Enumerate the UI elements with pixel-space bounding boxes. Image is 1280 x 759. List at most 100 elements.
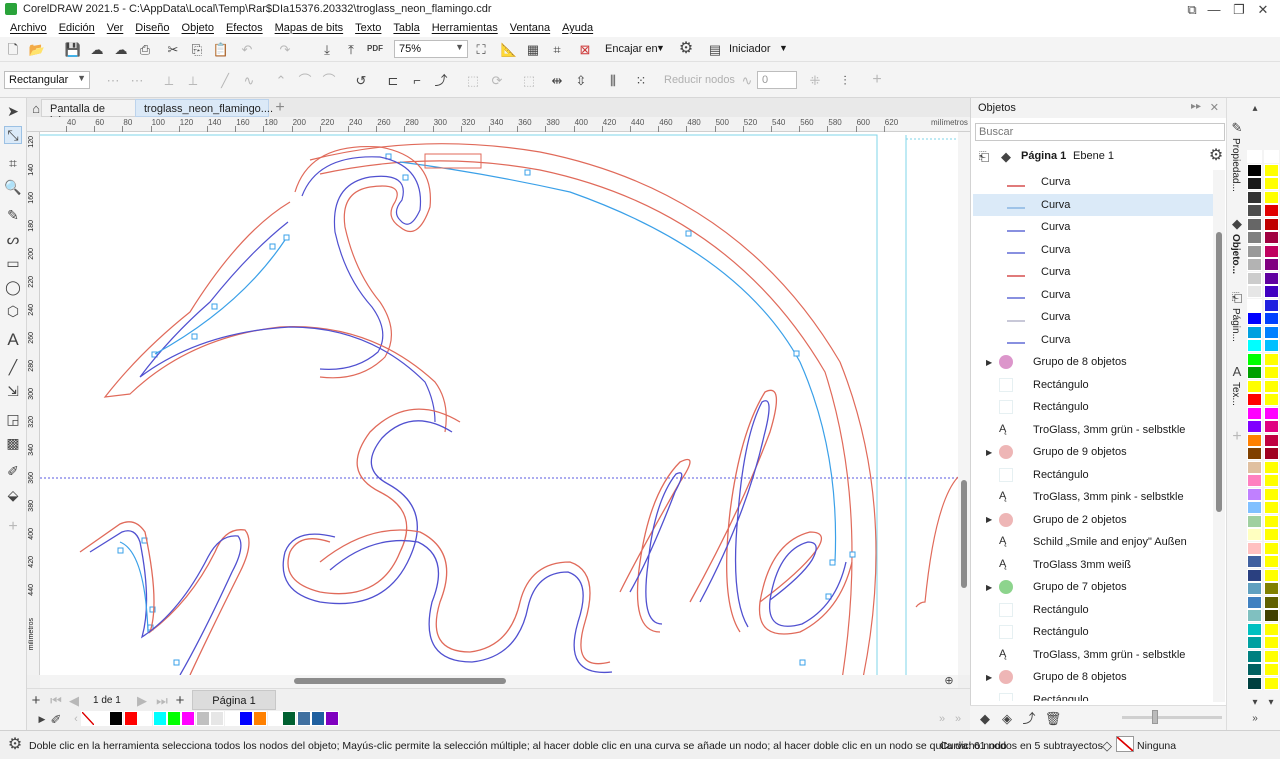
- palette-swatch[interactable]: [1264, 447, 1279, 460]
- pdf-icon[interactable]: PDF: [366, 40, 384, 58]
- menu-texto[interactable]: Texto: [349, 22, 387, 34]
- palette-swatch[interactable]: [1264, 582, 1279, 595]
- object-row[interactable]: Rectángulo: [973, 374, 1213, 396]
- extend-curve-icon[interactable]: ⊏: [384, 71, 402, 89]
- object-row[interactable]: Curva: [973, 306, 1213, 328]
- object-row[interactable]: Curva: [973, 216, 1213, 238]
- ellipse-tool-icon[interactable]: ◯: [4, 278, 22, 296]
- selection-mode-select[interactable]: Rectangular ▼: [4, 71, 90, 89]
- objects-search-input[interactable]: Buscar: [975, 123, 1225, 141]
- palette-swatch[interactable]: [1264, 676, 1279, 690]
- mirror-vertical-icon[interactable]: ⇳: [572, 71, 590, 89]
- palette-swatch[interactable]: [1264, 312, 1279, 325]
- zoom-tool-icon[interactable]: 🔍: [4, 178, 22, 196]
- connector-tool-icon[interactable]: ╱: [4, 358, 22, 376]
- document-swatch[interactable]: [109, 711, 124, 726]
- thumbnail-size-slider[interactable]: [1122, 710, 1222, 724]
- no-color-swatch[interactable]: [81, 711, 95, 726]
- palette-swatch[interactable]: [1264, 528, 1279, 541]
- palette-swatch[interactable]: [1264, 231, 1279, 244]
- curve-smoothness-input[interactable]: 0: [757, 71, 797, 89]
- guidelines-icon[interactable]: ⌗: [548, 40, 566, 58]
- object-row[interactable]: Ą TroGlass 3mm weiß: [973, 554, 1213, 576]
- snap-to-label[interactable]: Encajar en: [605, 43, 658, 55]
- eyedropper-icon[interactable]: ✐: [47, 710, 65, 728]
- objects-options-gear-icon[interactable]: ⚙: [1207, 147, 1225, 165]
- object-row[interactable]: Ą TroGlass, 3mm grün - selbstkle: [973, 419, 1213, 441]
- palette-swatch[interactable]: [1264, 622, 1279, 636]
- crop-tool-icon[interactable]: ⌗: [4, 154, 22, 172]
- pages-tab-icon[interactable]: ⎗: [1228, 288, 1246, 306]
- side-tab-text[interactable]: Tex...: [1230, 382, 1241, 406]
- object-row[interactable]: Curva: [973, 284, 1213, 306]
- object-row[interactable]: Curva: [973, 239, 1213, 261]
- palette-swatch[interactable]: [1247, 663, 1262, 676]
- add-page-before-icon[interactable]: +: [27, 691, 45, 709]
- interactive-fill-icon[interactable]: ⬙: [4, 486, 22, 504]
- paste-icon[interactable]: 📋: [212, 40, 230, 58]
- palette-swatch[interactable]: [1247, 271, 1262, 285]
- objects-page-header[interactable]: ⎗ ◆ Página 1 Ebene 1 ⚙: [971, 145, 1227, 167]
- palette-swatch[interactable]: [1247, 177, 1262, 190]
- palette-swatch[interactable]: [1247, 150, 1262, 163]
- palette-swatch[interactable]: [1264, 379, 1279, 393]
- palette-swatch[interactable]: [1264, 352, 1279, 366]
- cusp-node-icon[interactable]: ⌃: [272, 71, 290, 89]
- side-tab-objects[interactable]: Objeto...: [1230, 234, 1241, 274]
- palette-up-icon[interactable]: ▴: [1246, 100, 1264, 118]
- palette-swatch[interactable]: [1264, 568, 1279, 582]
- to-curve-icon[interactable]: ∿: [240, 71, 258, 89]
- palette-swatch[interactable]: [1247, 460, 1262, 474]
- palette-swatch[interactable]: [1264, 555, 1279, 568]
- align-nodes-icon[interactable]: ⬚: [520, 71, 538, 89]
- palette-swatch[interactable]: [1247, 244, 1262, 258]
- redo-icon[interactable]: ↷: [276, 40, 294, 58]
- canvas-vertical-scrollbar[interactable]: [958, 132, 970, 675]
- document-swatch[interactable]: [95, 711, 109, 726]
- eyedropper-tool-icon[interactable]: ✐: [4, 462, 22, 480]
- document-swatch[interactable]: [311, 711, 325, 726]
- open-folder-icon[interactable]: 📂: [28, 40, 46, 58]
- menu-ver[interactable]: Ver: [101, 22, 130, 34]
- thumbnail-size-handle[interactable]: [1152, 710, 1158, 724]
- menu-herramientas[interactable]: Herramientas: [426, 22, 504, 34]
- menu-mapas-de-bits[interactable]: Mapas de bits: [269, 22, 349, 34]
- palette-swatch[interactable]: [1247, 514, 1262, 528]
- object-row[interactable]: ▶ Grupo de 9 objetos: [973, 441, 1213, 463]
- undo-icon[interactable]: ↶: [238, 40, 256, 58]
- menu-efectos[interactable]: Efectos: [220, 22, 269, 34]
- drawing-canvas[interactable]: [40, 132, 958, 675]
- palette-swatch[interactable]: [1264, 649, 1279, 663]
- maximize-button[interactable]: ❐: [1228, 0, 1250, 18]
- new-document-icon[interactable]: 🗋: [4, 40, 22, 58]
- drop-shadow-tool-icon[interactable]: ◲: [4, 410, 22, 428]
- zoom-level-select[interactable]: 75% ▼: [394, 40, 468, 58]
- palette-swatch[interactable]: [1247, 312, 1262, 325]
- document-swatch[interactable]: [267, 711, 282, 726]
- import-icon[interactable]: ⤓: [318, 40, 336, 58]
- close-curve-icon[interactable]: ⌐: [408, 71, 426, 89]
- document-swatch[interactable]: [253, 711, 268, 726]
- palette-swatch[interactable]: [1264, 595, 1279, 609]
- properties-tab-icon[interactable]: ✎: [1228, 118, 1246, 136]
- palette-swatch[interactable]: [1264, 460, 1279, 474]
- palette-swatch[interactable]: [1264, 487, 1279, 501]
- cloud-upload-icon[interactable]: ☁: [88, 40, 106, 58]
- object-row[interactable]: ▶ Grupo de 8 objetos: [973, 351, 1213, 373]
- print-icon[interactable]: ⎙: [136, 40, 154, 58]
- palette-swatch[interactable]: [1247, 204, 1262, 217]
- palette-swatch[interactable]: [1247, 420, 1262, 433]
- palette-swatch[interactable]: [1264, 474, 1279, 487]
- palette-swatch[interactable]: [1264, 636, 1279, 649]
- document-swatch[interactable]: [210, 711, 225, 726]
- document-swatch[interactable]: [239, 711, 253, 726]
- palette-swatch[interactable]: [1247, 258, 1262, 271]
- palette-swatch[interactable]: [1264, 420, 1279, 433]
- menu-ventana[interactable]: Ventana: [504, 22, 556, 34]
- to-line-icon[interactable]: ╱: [216, 71, 234, 89]
- add-docker-icon[interactable]: +: [1228, 428, 1246, 446]
- palette-swatch[interactable]: [1264, 244, 1279, 258]
- document-swatch[interactable]: [181, 711, 196, 726]
- dimension-tool-icon[interactable]: ⇲: [4, 382, 22, 400]
- palette-swatch[interactable]: [1247, 568, 1262, 582]
